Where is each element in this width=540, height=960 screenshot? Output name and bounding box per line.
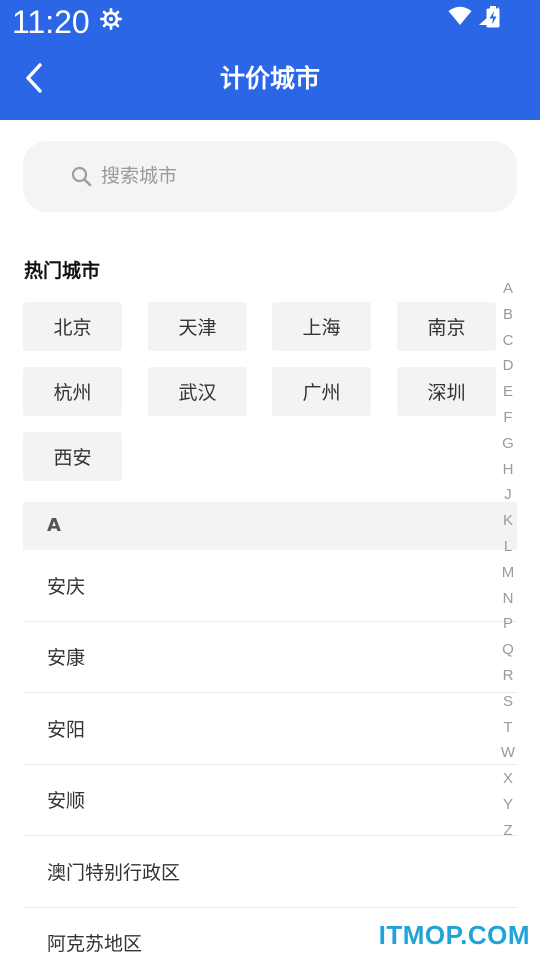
section-header: A	[23, 502, 517, 550]
hot-city-chip[interactable]: 武汉	[148, 367, 247, 416]
status-time: 11:20	[12, 4, 90, 40]
index-letter[interactable]: G	[496, 431, 520, 457]
hot-city-chip[interactable]: 上海	[272, 302, 371, 351]
page-title: 计价城市	[219, 64, 320, 93]
search-input[interactable]	[101, 158, 481, 194]
watermark-text: ITMOP.COM	[378, 920, 530, 950]
hot-city-chip[interactable]: 南京	[397, 302, 496, 351]
app-bar: 11:20 计价城市	[0, 0, 540, 120]
city-list-item[interactable]: 澳门特别行政区	[23, 836, 517, 908]
hot-city-chip[interactable]: 天津	[148, 302, 247, 351]
index-letter[interactable]: M	[496, 560, 520, 586]
index-letter[interactable]: F	[496, 405, 520, 431]
city-list-item[interactable]: 安阳	[23, 693, 517, 765]
index-letter[interactable]: B	[496, 302, 520, 328]
index-letter[interactable]: C	[496, 328, 520, 354]
gear-icon	[100, 8, 122, 30]
search-icon	[71, 166, 92, 187]
index-letter[interactable]: T	[496, 715, 520, 741]
battery-charging-icon	[486, 6, 500, 28]
wifi-icon	[448, 6, 472, 25]
index-letter[interactable]: N	[496, 586, 520, 612]
index-letter[interactable]: S	[496, 689, 520, 715]
index-letter[interactable]: Q	[496, 637, 520, 663]
hot-city-chip[interactable]: 北京	[23, 302, 122, 351]
search-bar[interactable]	[23, 141, 517, 212]
alphabet-index-bar[interactable]: A B C D E F G H J K L M N P Q R S T W X …	[496, 276, 520, 844]
hot-city-chip[interactable]: 广州	[272, 367, 371, 416]
index-letter[interactable]: Z	[496, 818, 520, 844]
index-letter[interactable]: W	[496, 740, 520, 766]
city-list-item[interactable]: 安康	[23, 622, 517, 693]
hot-city-chip[interactable]: 深圳	[397, 367, 496, 416]
index-letter[interactable]: L	[496, 534, 520, 560]
city-list-item[interactable]: 安顺	[23, 765, 517, 836]
hot-city-chip[interactable]: 杭州	[23, 367, 122, 416]
index-letter[interactable]: K	[496, 508, 520, 534]
hot-cities-title: 热门城市	[24, 260, 101, 282]
index-letter[interactable]: A	[496, 276, 520, 302]
index-letter[interactable]: E	[496, 379, 520, 405]
index-letter[interactable]: Y	[496, 792, 520, 818]
city-list-item[interactable]: 安庆	[23, 550, 517, 622]
index-letter[interactable]: R	[496, 663, 520, 689]
hot-city-chip[interactable]: 西安	[23, 432, 122, 481]
city-list: 安庆 安康 安阳 安顺 澳门特别行政区 阿克苏地区	[23, 550, 517, 960]
index-letter[interactable]: H	[496, 457, 520, 483]
index-letter[interactable]: J	[496, 482, 520, 508]
index-letter[interactable]: P	[496, 611, 520, 637]
index-letter[interactable]: X	[496, 766, 520, 792]
index-letter[interactable]: D	[496, 353, 520, 379]
